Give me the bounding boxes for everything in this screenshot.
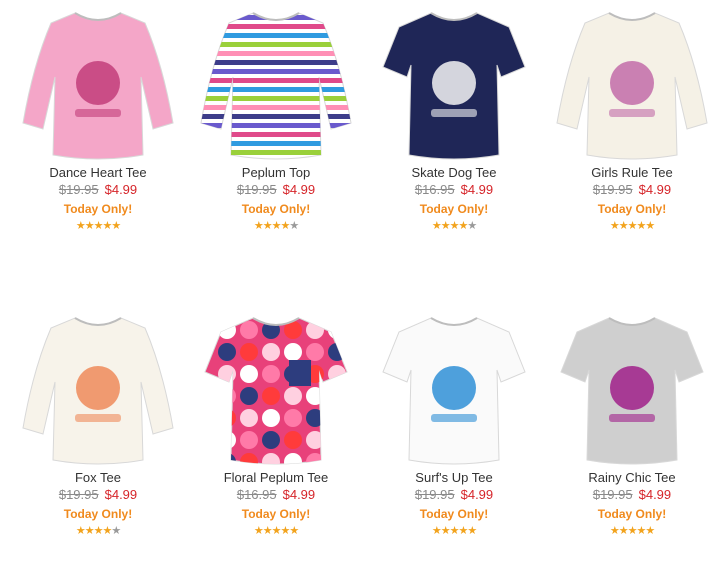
original-price: $16.95 (236, 487, 277, 502)
original-price: $19.95 (592, 487, 633, 502)
product-name[interactable]: Floral Peplum Tee (187, 470, 365, 486)
star-icon: ★ (618, 220, 629, 232)
star-rating: ★★★★★ (9, 220, 187, 232)
star-icon: ★ (431, 525, 442, 537)
promo-badge: Today Only! (597, 507, 667, 521)
product-card[interactable]: Girls Rule Tee $19.95 $4.99 Today Only! ★… (543, 5, 720, 232)
star-icon: ★ (609, 525, 620, 537)
star-icon: ★ (431, 220, 442, 232)
star-icon: ★ (467, 525, 477, 537)
grey-rainy-chic-tee-image[interactable] (547, 310, 717, 470)
sale-price: $4.99 (460, 182, 494, 197)
sale-price: $4.99 (282, 487, 316, 502)
star-rating: ★★★★★ (365, 525, 543, 537)
star-rating: ★★★★★ (543, 525, 720, 537)
product-prices: $19.95 $4.99 (543, 181, 720, 198)
product-card[interactable]: Floral Peplum Tee $16.95 $4.99 Today Only… (187, 310, 365, 537)
sale-price: $4.99 (104, 487, 138, 502)
product-grid: Dance Heart Tee $19.95 $4.99 Today Only! … (0, 0, 720, 564)
promo-badge: Today Only! (63, 507, 133, 521)
star-rating: ★★★★★ (365, 220, 543, 232)
cream-girls-rule-tee-image[interactable] (547, 5, 717, 165)
product-prices: $16.95 $4.99 (187, 486, 365, 503)
star-icon: ★ (636, 220, 646, 232)
star-icon: ★ (253, 220, 264, 232)
floral-peplum-tee-image[interactable] (191, 310, 361, 470)
product-prices: $16.95 $4.99 (365, 181, 543, 198)
navy-skate-dog-tee-image[interactable] (369, 5, 539, 165)
original-price: $19.95 (58, 487, 99, 502)
star-icon: ★ (253, 525, 264, 537)
product-prices: $19.95 $4.99 (9, 181, 187, 198)
product-prices: $19.95 $4.99 (543, 486, 720, 503)
star-icon: ★ (280, 525, 290, 537)
star-icon: ★ (289, 220, 299, 232)
star-icon: ★ (636, 525, 646, 537)
original-price: $19.95 (592, 182, 633, 197)
sale-price: $4.99 (638, 487, 672, 502)
product-name[interactable]: Fox Tee (9, 470, 187, 486)
product-card[interactable]: Dance Heart Tee $19.95 $4.99 Today Only! … (9, 5, 187, 232)
star-icon: ★ (458, 220, 468, 232)
star-icon: ★ (280, 220, 290, 232)
promo-badge: Today Only! (241, 202, 311, 216)
original-price: $19.95 (414, 487, 455, 502)
star-icon: ★ (111, 220, 121, 232)
cream-fox-tee-image[interactable] (13, 310, 183, 470)
star-icon: ★ (102, 525, 112, 537)
sale-price: $4.99 (282, 182, 316, 197)
product-name[interactable]: Surf's Up Tee (365, 470, 543, 486)
promo-badge: Today Only! (241, 507, 311, 521)
original-price: $19.95 (236, 182, 277, 197)
star-rating: ★★★★★ (9, 525, 187, 537)
star-icon: ★ (84, 525, 95, 537)
pink-dance-heart-tee-image[interactable] (13, 5, 183, 165)
star-icon: ★ (458, 525, 468, 537)
promo-badge: Today Only! (419, 202, 489, 216)
star-icon: ★ (440, 525, 451, 537)
product-card[interactable]: Surf's Up Tee $19.95 $4.99 Today Only! ★★… (365, 310, 543, 537)
star-rating: ★★★★★ (543, 220, 720, 232)
star-icon: ★ (618, 525, 629, 537)
original-price: $16.95 (414, 182, 455, 197)
star-icon: ★ (262, 220, 273, 232)
product-card[interactable]: Peplum Top $19.95 $4.99 Today Only! ★★★★★ (187, 5, 365, 232)
promo-badge: Today Only! (419, 507, 489, 521)
white-surfs-up-tee-image[interactable] (369, 310, 539, 470)
star-icon: ★ (289, 525, 299, 537)
original-price: $19.95 (58, 182, 99, 197)
product-card[interactable]: Rainy Chic Tee $19.95 $4.99 Today Only! ★… (543, 310, 720, 537)
sale-price: $4.99 (104, 182, 138, 197)
striped-peplum-top-image[interactable] (191, 5, 361, 165)
star-icon: ★ (75, 525, 86, 537)
product-name[interactable]: Girls Rule Tee (543, 165, 720, 181)
product-name[interactable]: Peplum Top (187, 165, 365, 181)
star-icon: ★ (645, 525, 655, 537)
product-card[interactable]: Fox Tee $19.95 $4.99 Today Only! ★★★★★ (9, 310, 187, 537)
product-card[interactable]: Skate Dog Tee $16.95 $4.99 Today Only! ★★… (365, 5, 543, 232)
promo-badge: Today Only! (63, 202, 133, 216)
product-prices: $19.95 $4.99 (365, 486, 543, 503)
star-icon: ★ (84, 220, 95, 232)
product-name[interactable]: Rainy Chic Tee (543, 470, 720, 486)
promo-badge: Today Only! (597, 202, 667, 216)
product-name[interactable]: Skate Dog Tee (365, 165, 543, 181)
star-rating: ★★★★★ (187, 525, 365, 537)
product-prices: $19.95 $4.99 (9, 486, 187, 503)
star-rating: ★★★★★ (187, 220, 365, 232)
sale-price: $4.99 (460, 487, 494, 502)
product-prices: $19.95 $4.99 (187, 181, 365, 198)
star-icon: ★ (467, 220, 477, 232)
star-icon: ★ (102, 220, 112, 232)
star-icon: ★ (609, 220, 620, 232)
star-icon: ★ (75, 220, 86, 232)
star-icon: ★ (111, 525, 121, 537)
star-icon: ★ (440, 220, 451, 232)
product-name[interactable]: Dance Heart Tee (9, 165, 187, 181)
sale-price: $4.99 (638, 182, 672, 197)
star-icon: ★ (645, 220, 655, 232)
star-icon: ★ (262, 525, 273, 537)
